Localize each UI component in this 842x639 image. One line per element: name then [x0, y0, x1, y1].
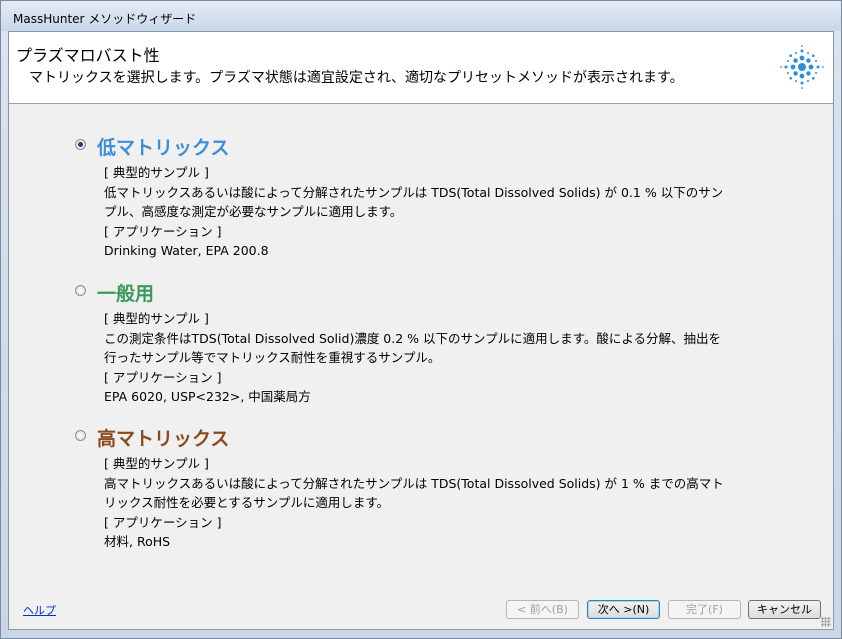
- page-description: マトリックスを選択します。プラズマ状態は適宜設定され、適切なプリセットメソッドが…: [29, 70, 684, 86]
- radio-high-matrix[interactable]: [75, 430, 86, 441]
- wizard-header: プラズマロバスト性 マトリックスを選択します。プラズマ状態は適宜設定され、適切な…: [9, 32, 833, 104]
- app-value: 材料, RoHS: [104, 534, 171, 549]
- option-description: [ 典型的サンプル ] 高マトリックスあるいは酸によって分解されたサンプルは T…: [104, 454, 804, 552]
- resize-grip[interactable]: [821, 617, 831, 627]
- wizard-client-area: プラズマロバスト性 マトリックスを選択します。プラズマ状態は適宜設定され、適切な…: [8, 31, 834, 630]
- app-value: EPA 6020, USP<232>, 中国薬局方: [104, 389, 311, 404]
- sample-heading: [ 典型的サンプル ]: [104, 456, 209, 471]
- agilent-spark-icon: [780, 45, 824, 89]
- back-button[interactable]: < 前へ(B): [506, 600, 579, 619]
- cancel-button[interactable]: キャンセル: [748, 600, 821, 619]
- sample-line: リックス耐性を必要とするサンプルに適用します。: [104, 495, 390, 510]
- app-heading: [ アプリケーション ]: [104, 369, 222, 385]
- option-description: [ 典型的サンプル ] この測定条件はTDS(Total Dissolved S…: [104, 309, 804, 407]
- option-title[interactable]: 高マトリックス: [97, 424, 229, 451]
- app-heading: [ アプリケーション ]: [104, 223, 222, 239]
- sample-heading: [ 典型的サンプル ]: [104, 311, 209, 326]
- radio-general[interactable]: [75, 285, 86, 296]
- app-heading: [ アプリケーション ]: [104, 514, 222, 530]
- sample-line: 高マトリックスあるいは酸によって分解されたサンプルは TDS(Total Dis…: [104, 475, 724, 491]
- option-description: [ 典型的サンプル ] 低マトリックスあるいは酸によって分解されたサンプルは T…: [104, 163, 804, 261]
- finish-button[interactable]: 完了(F): [668, 600, 741, 619]
- wizard-window: MassHunter メソッドウィザード プラズマロバスト性 マトリックスを選択…: [0, 0, 842, 639]
- sample-line: 行ったサンプル等でマトリックス耐性を重視するサンプル。: [104, 350, 441, 365]
- app-value: Drinking Water, EPA 200.8: [104, 243, 269, 258]
- option-title[interactable]: 低マトリックス: [97, 133, 229, 160]
- help-link[interactable]: ヘルプ: [23, 602, 56, 618]
- sample-heading: [ 典型的サンプル ]: [104, 165, 209, 180]
- sample-line: この測定条件はTDS(Total Dissolved Solid)濃度 0.2 …: [104, 330, 721, 346]
- option-title[interactable]: 一般用: [97, 279, 154, 306]
- sample-line: 低マトリックスあるいは酸によって分解されたサンプルは TDS(Total Dis…: [104, 184, 724, 200]
- window-title: MassHunter メソッドウィザード: [13, 12, 197, 26]
- next-button[interactable]: 次へ >(N): [587, 600, 660, 619]
- sample-line: プル、高感度な測定が必要なサンプルに適用します。: [104, 204, 403, 219]
- page-title: プラズマロバスト性: [16, 46, 160, 65]
- radio-low-matrix[interactable]: [75, 139, 86, 150]
- title-bar[interactable]: MassHunter メソッドウィザード: [1, 1, 841, 31]
